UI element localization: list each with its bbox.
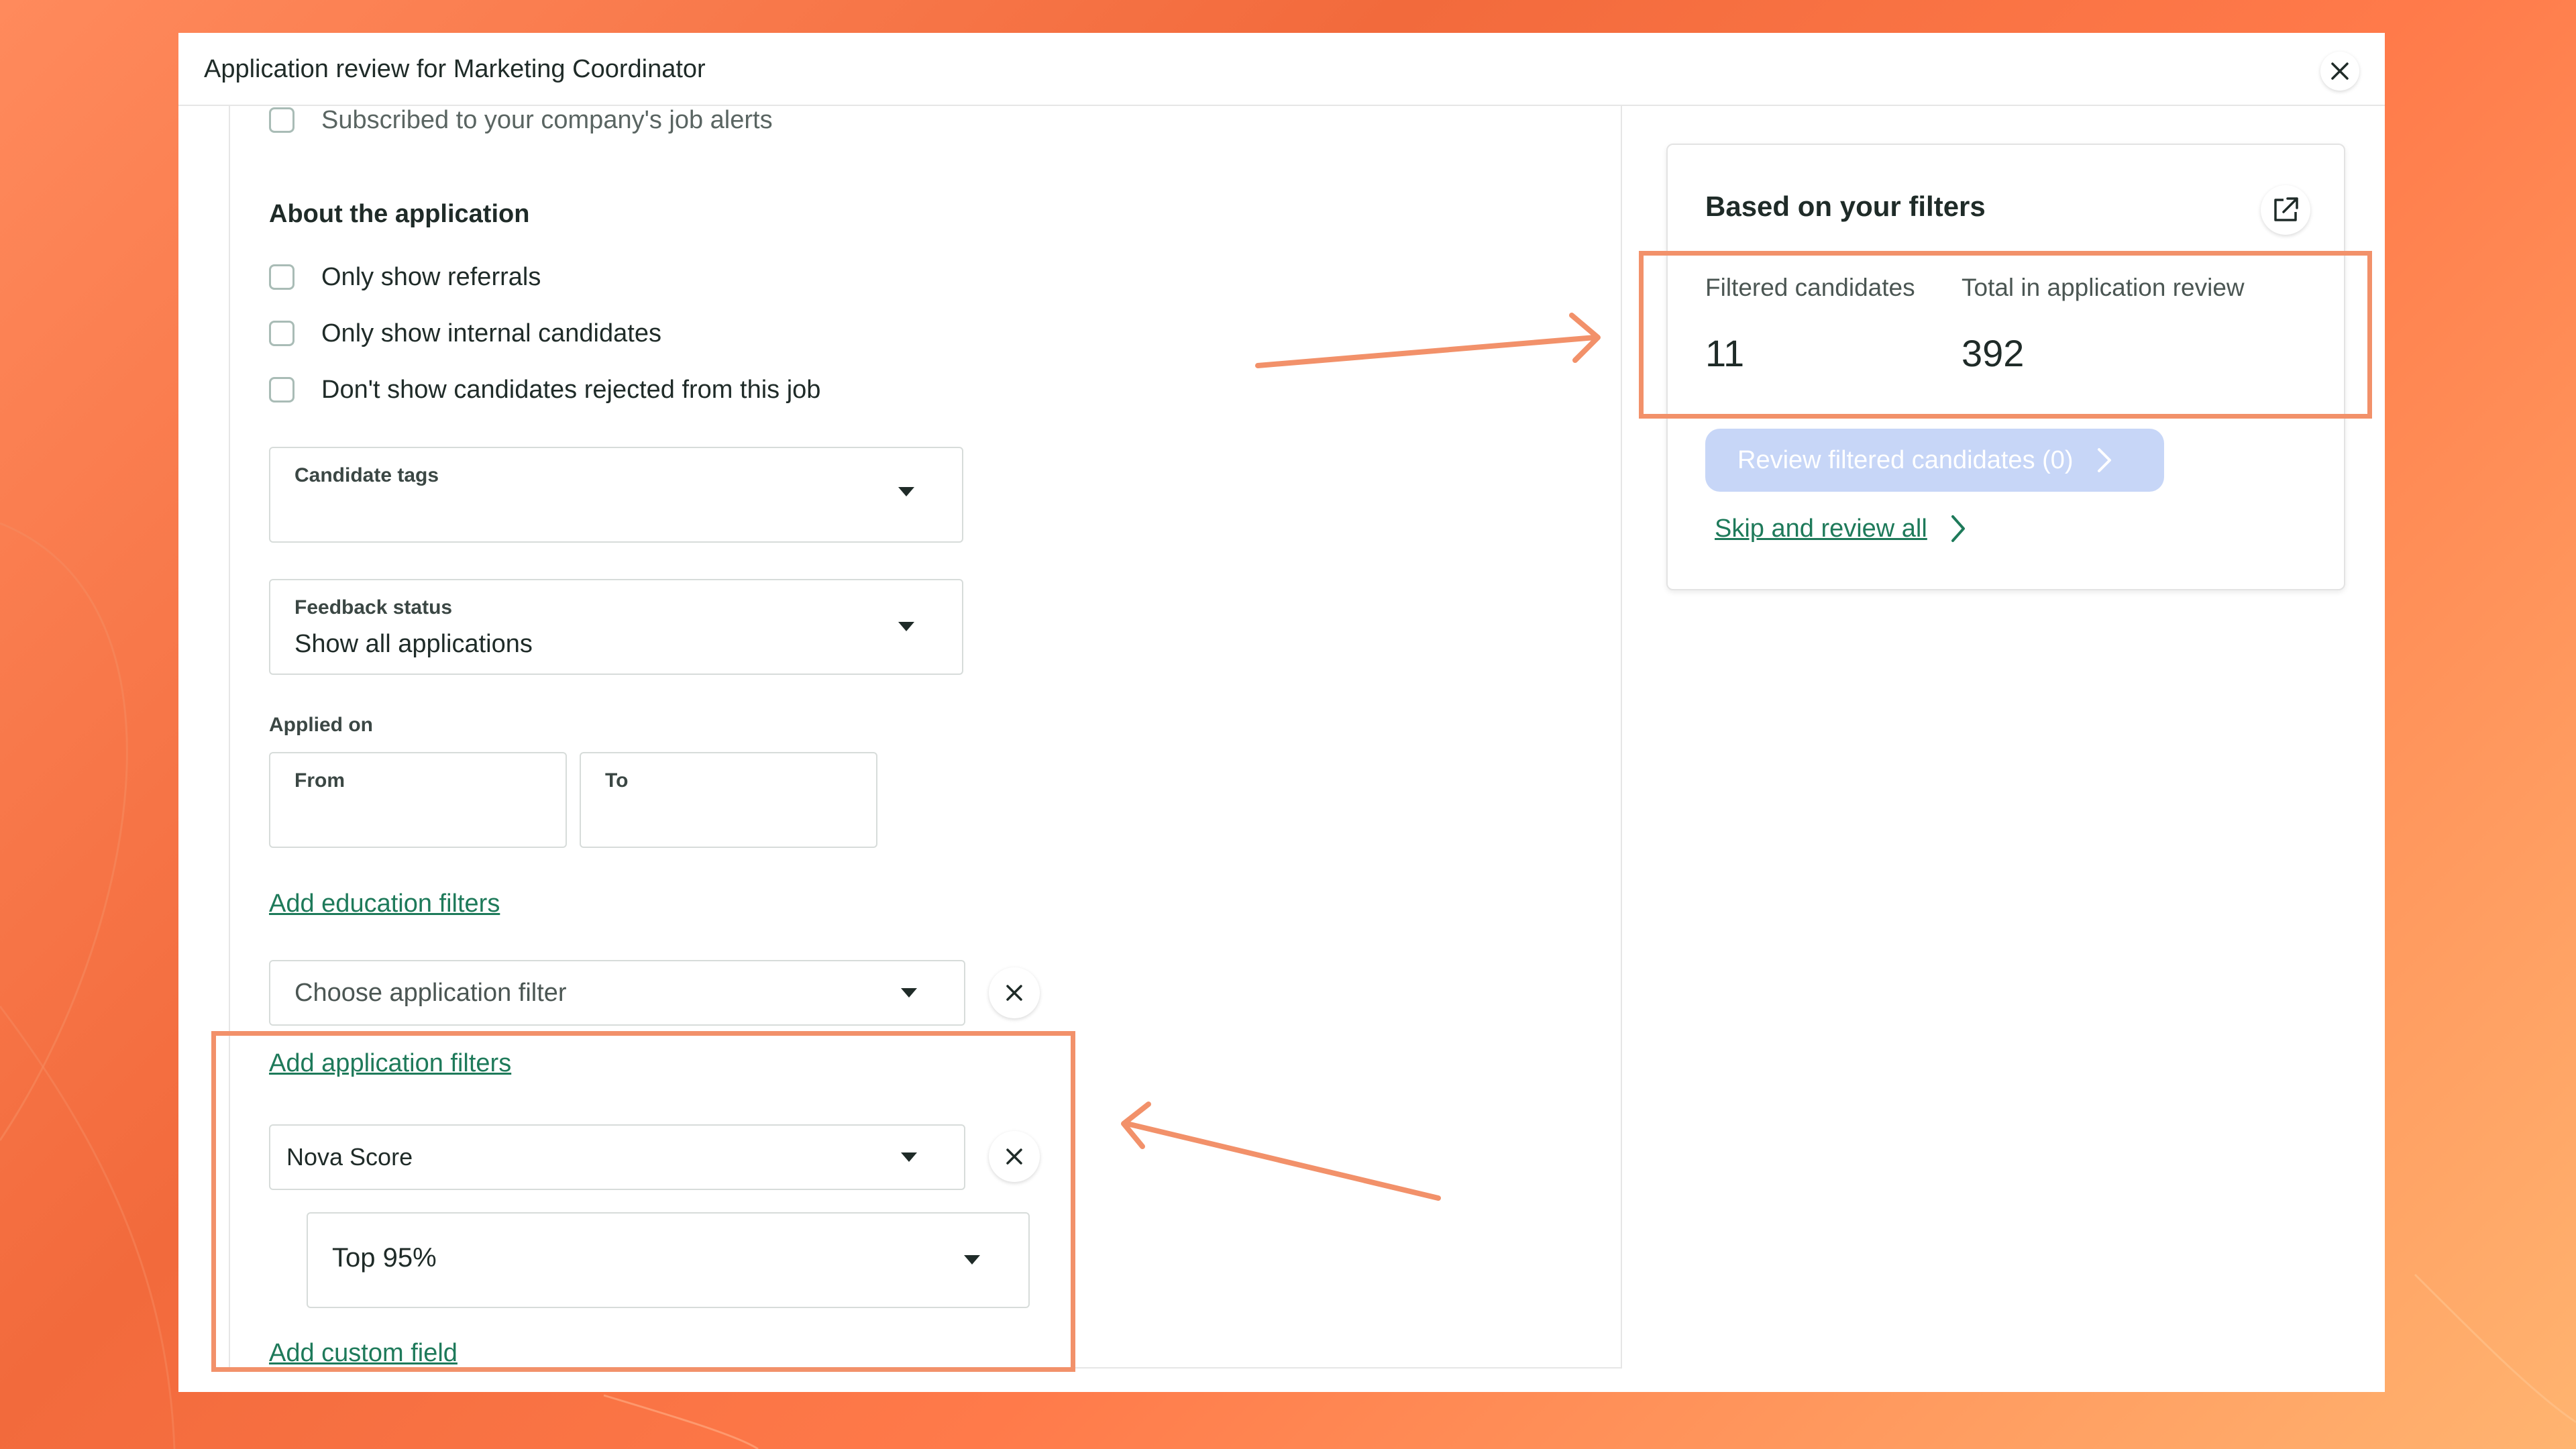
arrow-to-stats [1255, 313, 1601, 368]
arrow-to-nova-filter [1121, 1102, 1441, 1201]
annotation-arrows [1121, 313, 1601, 1201]
